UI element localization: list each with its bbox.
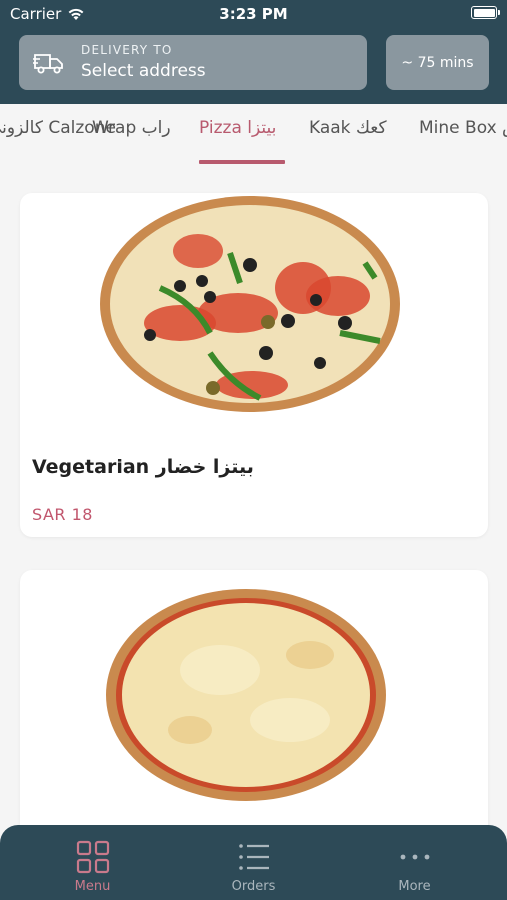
bottom-nav: Menu Orders More (0, 825, 507, 900)
menu-item-price: SAR 18 (32, 505, 93, 524)
category-tabs: كالزوني Calzone Wrap راب Pizza بيتزا Kaa… (0, 104, 507, 164)
status-time: 3:23 PM (219, 5, 288, 23)
menu-list[interactable]: Vegetarian بيتزا خضار SAR 18 (0, 164, 507, 900)
nav-menu[interactable]: Menu (8, 825, 177, 900)
tab-kaak[interactable]: Kaak كعك (309, 118, 387, 138)
address-value: Select address (81, 61, 206, 81)
nav-more-label: More (398, 879, 431, 894)
grid-icon (76, 840, 110, 874)
vegetarian-pizza-image (100, 196, 400, 412)
header: Carrier 3:23 PM DELIVERY TO Select addre… (0, 0, 507, 104)
nav-menu-label: Menu (74, 879, 111, 894)
nav-more[interactable]: More (330, 825, 499, 900)
cheese-pizza-image (106, 589, 386, 801)
battery-icon (471, 6, 500, 19)
address-text: DELIVERY TO Select address (81, 43, 206, 81)
nav-orders[interactable]: Orders (169, 825, 338, 900)
tab-wrap[interactable]: Wrap راب (92, 118, 171, 138)
status-bar: Carrier 3:23 PM (0, 0, 507, 30)
menu-item-title: Vegetarian بيتزا خضار (32, 456, 254, 478)
list-icon (239, 844, 269, 870)
more-dots-icon (400, 854, 430, 860)
tab-mine-box[interactable]: Mine Box مين بوكس (419, 118, 507, 138)
tab-pizza[interactable]: Pizza بيتزا (199, 118, 276, 138)
menu-item-card[interactable]: Vegetarian بيتزا خضار SAR 18 (20, 193, 488, 537)
nav-orders-label: Orders (231, 879, 276, 894)
delivery-to-label: DELIVERY TO (81, 43, 173, 57)
delivery-truck-icon (33, 54, 63, 74)
eta-button[interactable]: ~ 75 mins (386, 35, 489, 90)
delivery-address-button[interactable]: DELIVERY TO Select address (19, 35, 367, 90)
